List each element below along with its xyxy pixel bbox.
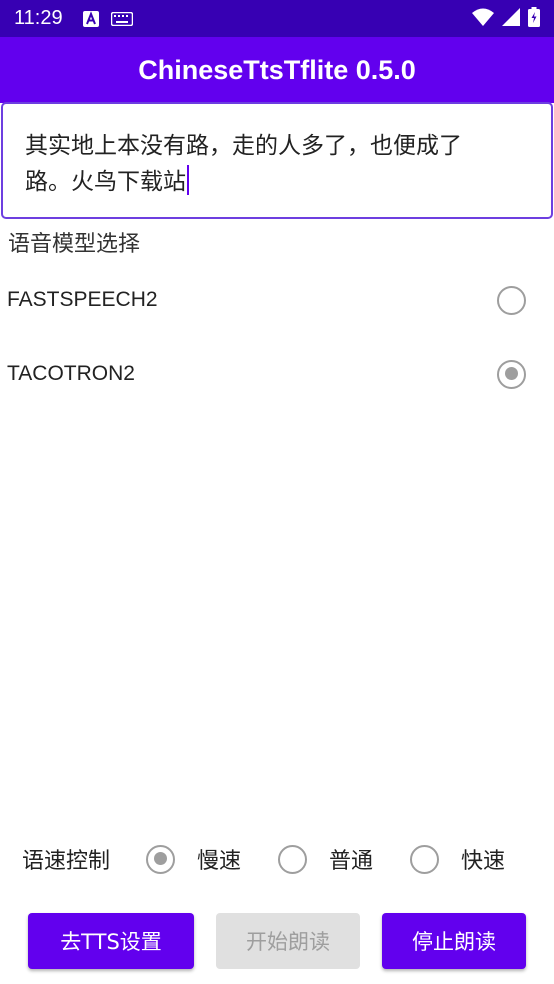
app-title: ChineseTtsTflite 0.5.0 bbox=[138, 54, 416, 85]
keyboard-icon bbox=[110, 11, 133, 26]
speed-control-label: 语速控制 bbox=[22, 849, 111, 874]
start-reading-button[interactable]: 开始朗读 bbox=[216, 913, 360, 969]
speed-option-normal[interactable]: 普通 bbox=[278, 843, 373, 875]
speed-option-label: 普通 bbox=[329, 849, 374, 874]
model-option-fastspeech2[interactable]: FASTSPEECH2 bbox=[0, 272, 554, 328]
text-input-line-1: 其实地上本没有路，走的人多了，也便成了 bbox=[25, 133, 462, 159]
status-time: 11:29 bbox=[14, 7, 63, 29]
text-cursor bbox=[187, 165, 189, 195]
a-notification-icon bbox=[82, 10, 99, 27]
signal-icon bbox=[502, 7, 520, 30]
model-option-tacotron2[interactable]: TACOTRON2 bbox=[0, 346, 554, 402]
radio-button-checked[interactable] bbox=[497, 359, 526, 389]
speed-option-label: 快速 bbox=[461, 849, 506, 874]
speed-option-label: 慢速 bbox=[197, 849, 242, 874]
status-bar: 11:29 bbox=[0, 0, 554, 37]
wifi-icon bbox=[472, 8, 494, 30]
model-option-label: TACOTRON2 bbox=[7, 362, 135, 385]
text-input-line-2: 路。火鸟下载站 bbox=[25, 164, 529, 200]
text-input-line-2-text: 路。火鸟下载站 bbox=[25, 169, 186, 195]
speed-option-fast[interactable]: 快速 bbox=[410, 843, 505, 875]
status-right-icons bbox=[472, 6, 540, 31]
radio-button-unchecked[interactable] bbox=[410, 844, 440, 874]
app-bar: ChineseTtsTflite 0.5.0 bbox=[0, 37, 554, 103]
battery-icon bbox=[528, 6, 540, 31]
speed-option-slow[interactable]: 慢速 bbox=[146, 843, 241, 875]
tts-settings-button[interactable]: 去TTS设置 bbox=[28, 913, 194, 969]
tts-text-input[interactable]: 其实地上本没有路，走的人多了，也便成了 路。火鸟下载站 bbox=[1, 102, 553, 219]
stop-reading-button[interactable]: 停止朗读 bbox=[382, 913, 526, 969]
model-section-label: 语音模型选择 bbox=[8, 232, 141, 257]
radio-button-unchecked[interactable] bbox=[278, 844, 308, 874]
speed-control-row: 语速控制 慢速 普通 快速 bbox=[0, 836, 554, 882]
radio-button-unchecked[interactable] bbox=[497, 285, 526, 315]
model-option-label: FASTSPEECH2 bbox=[7, 288, 158, 311]
radio-button-checked[interactable] bbox=[146, 844, 176, 874]
